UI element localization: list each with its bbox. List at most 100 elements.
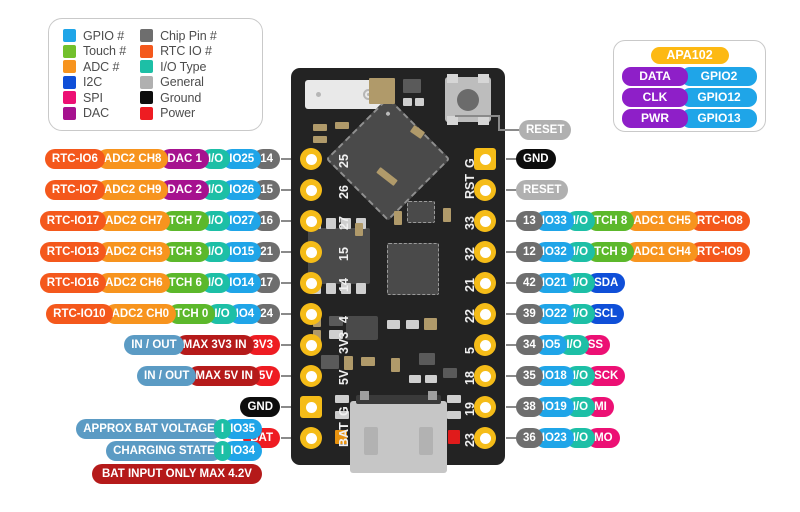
charge-led [448, 430, 460, 444]
legend-swatch-icon [63, 106, 76, 120]
board-pad-right-23[interactable] [474, 427, 496, 449]
left-pin-chip: ADC2 CH9 [96, 180, 169, 200]
left-pin-chip: RTC-IO13 [39, 242, 107, 262]
board-silk-left-25: 25 [337, 154, 351, 168]
right-pin-chip: 13 [516, 211, 543, 231]
left-pin-row-extra-0: APPROX BAT VOLTAGE I IO35 [76, 419, 262, 439]
board-pad-left-27[interactable] [300, 210, 322, 232]
board-silk-right-32: 32 [463, 247, 477, 261]
left-pin-row-6: IN / OUT MAX 3V3 IN 3V3 [124, 335, 280, 355]
left-pin-row-extra-1: CHARGING STATE I IO34 [106, 441, 262, 461]
apa102-gpio-label: GPIO2 [681, 67, 757, 86]
left-pin-chip: RTC-IO17 [39, 211, 107, 231]
left-pin-row-1: RTC-IO7 ADC2 CH9 DAC 2 I/O IO26 15 [44, 180, 280, 200]
legend-panel: GPIO # Touch # ADC # I2C SPI DAC Chip Pin # RT… [48, 18, 263, 131]
legend-label: GPIO # [83, 28, 125, 43]
legend-label: I2C [83, 75, 103, 90]
apa102-panel: APA102 DATA GPIO2 CLK GPIO12 PWR GPIO13 [613, 40, 766, 132]
board-silk-left-15: 15 [337, 247, 351, 261]
legend-label: Power [160, 106, 196, 121]
legend-swatch-icon [63, 60, 76, 74]
reset-callout-label: RESET [519, 120, 572, 140]
left-pin-chip: ADC2 CH0 [104, 304, 177, 324]
left-pin-chip: RTC-IO6 [44, 149, 105, 169]
legend-item-left-3: I2C [63, 75, 126, 90]
board-pad-left-26[interactable] [300, 179, 322, 201]
left-pin-chip: RTC-IO16 [39, 273, 107, 293]
board-silk-right-19: 19 [463, 402, 477, 416]
board-silk-left-4: 4 [337, 316, 351, 323]
board-pad-right-32[interactable] [474, 241, 496, 263]
legend-item-left-1: Touch # [63, 44, 126, 59]
pinout-diagram: GPIO # Touch # ADC # I2C SPI DAC Chip Pin # RT… [0, 0, 800, 512]
right-pin-row-8: 38 IO19 I/O MI [516, 397, 614, 417]
apa102-title: APA102 [650, 47, 729, 64]
board-pad-right-22[interactable] [474, 303, 496, 325]
legend-label: ADC # [83, 59, 120, 74]
left-pin-chip: I [213, 441, 232, 461]
board-pad-right-5[interactable] [474, 334, 496, 356]
legend-swatch-icon [63, 29, 76, 42]
right-pin-row-0: GND [516, 149, 556, 169]
left-pin-stub [281, 375, 291, 377]
right-pin-chip: ADC1 CH4 [626, 242, 698, 262]
left-pin-stub [281, 189, 291, 191]
board-pad-right-33[interactable] [474, 210, 496, 232]
board-pad-right-21[interactable] [474, 272, 496, 294]
right-pin-chip: 35 [516, 366, 543, 386]
board-pad-right-18[interactable] [474, 365, 496, 387]
apa102-gpio-label: GPIO12 [681, 88, 757, 107]
board-pad-left-4[interactable] [300, 303, 322, 325]
left-pin-stub [281, 437, 291, 439]
legend-label: DAC [83, 106, 110, 121]
legend-swatch-icon [140, 91, 154, 105]
legend-column-left: GPIO # Touch # ADC # I2C SPI DAC [63, 28, 126, 121]
apa102-row: CLK GPIO12 [622, 88, 757, 107]
apa102-gpio-label: GPIO13 [681, 109, 757, 128]
right-pin-row-2: 13 IO33 I/O TCH 8 ADC1 CH5 RTC-IO8 [516, 211, 750, 231]
left-pin-chip: MAX 5V IN [188, 366, 260, 386]
board-silk-right-33: 33 [463, 216, 477, 230]
left-pin-row-8: GND [240, 397, 280, 417]
antenna-dot [316, 92, 321, 97]
legend-item-right-2: I/O Type [140, 59, 217, 74]
left-pin-chip: APPROX BAT VOLTAGE [76, 419, 222, 439]
right-pin-row-3: 12 IO32 I/O TCH 9 ADC1 CH4 RTC-IO9 [516, 242, 750, 262]
legend-swatch-icon [140, 29, 154, 42]
right-pin-row-6: 34 IO5 I/O SS [516, 335, 611, 355]
left-pin-stub [281, 220, 291, 222]
right-pin-row-7: 35 IO18 I/O SCK [516, 366, 626, 386]
legend-item-right-5: Power [140, 106, 217, 121]
legend-item-left-4: SPI [63, 90, 126, 105]
legend-label: RTC IO # [160, 44, 212, 59]
board-pad-right-RST[interactable] [474, 179, 496, 201]
board-silk-left-14: 14 [337, 278, 351, 292]
board-pad-left-5V[interactable] [300, 365, 322, 387]
board-silk-left-BAT: BAT [337, 422, 351, 447]
right-pin-chip: 38 [516, 397, 543, 417]
board-pad-left-BAT[interactable] [300, 427, 322, 449]
legend-label: I/O Type [160, 59, 207, 74]
board-pad-left-G[interactable] [300, 396, 322, 418]
board-pad-left-3V3[interactable] [300, 334, 322, 356]
legend-label: Touch # [83, 44, 127, 59]
legend-item-right-3: General [140, 75, 217, 90]
right-pin-chip: 36 [516, 428, 543, 448]
legend-swatch-icon [63, 44, 76, 58]
board-silk-right-22: 22 [463, 309, 477, 323]
board-silk-right-21: 21 [463, 278, 477, 292]
board-pad-left-14[interactable] [300, 272, 322, 294]
board-pad-left-15[interactable] [300, 241, 322, 263]
right-pin-chip: RTC-IO9 [689, 242, 750, 262]
board-pad-right-19[interactable] [474, 396, 496, 418]
right-pin-chip: 39 [516, 304, 543, 324]
board-silk-left-3V3: 3V3 [337, 331, 351, 354]
legend-item-left-0: GPIO # [63, 28, 126, 43]
legend-item-right-4: Ground [140, 90, 217, 105]
board-silk-right-RST: RST [463, 174, 477, 199]
right-pin-row-4: 42 IO21 I/O SDA [516, 273, 626, 293]
small-ic [407, 201, 435, 223]
board-pad-left-25[interactable] [300, 148, 322, 170]
apa102-row: PWR GPIO13 [622, 109, 757, 128]
right-pin-chip: 34 [516, 335, 543, 355]
